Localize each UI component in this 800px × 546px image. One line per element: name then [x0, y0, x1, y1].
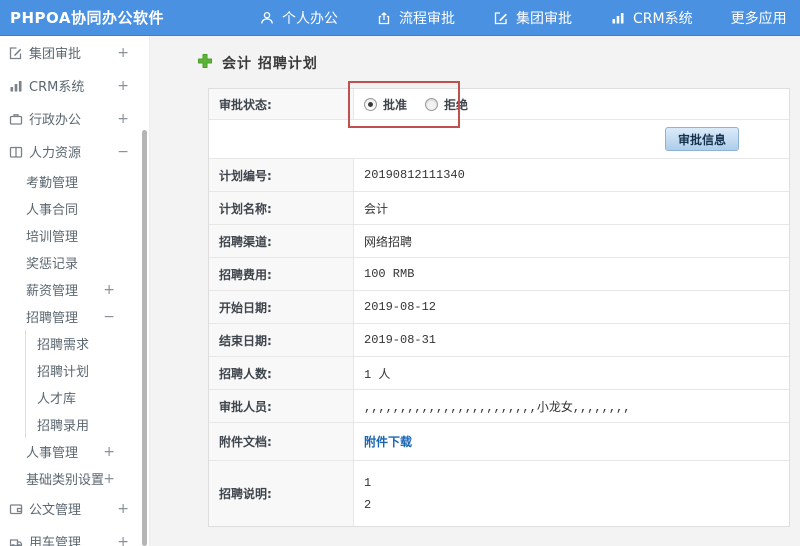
form-row-recruit-cost: 招聘费用: 100 RMB [209, 257, 789, 290]
sidebar-item-recruit-plan[interactable]: 招聘计划 [26, 357, 149, 384]
nav-crm-system[interactable]: CRM系统 [610, 8, 693, 28]
plan-number-value: 20190812111340 [364, 168, 465, 182]
form-row-plan-number: 计划编号: 20190812111340 [209, 158, 789, 191]
expand-icon[interactable]: + [117, 501, 129, 517]
document-icon [8, 501, 24, 517]
form-row-recruit-channel: 招聘渠道: 网络招聘 [209, 224, 789, 257]
headcount-value: 1 人 [364, 367, 391, 382]
expand-icon[interactable]: + [117, 534, 129, 546]
form-row-plan-name: 计划名称: 会计 [209, 191, 789, 224]
radio-option-reject: 拒绝 [425, 96, 468, 113]
sidebar-item-talent-pool[interactable]: 人才库 [26, 384, 149, 411]
form-row-description: 招聘说明: 1 2 [209, 460, 789, 526]
expand-icon[interactable]: + [103, 282, 115, 298]
edit-square-icon [8, 45, 24, 61]
approval-info-button[interactable]: 审批信息 [664, 127, 739, 151]
expand-icon[interactable]: + [117, 78, 129, 94]
form-row-start-date: 开始日期: 2019-08-12 [209, 290, 789, 323]
sidebar-item-recruit-mgmt[interactable]: 招聘管理 − [0, 303, 149, 330]
sidebar-item-attendance-mgmt[interactable]: 考勤管理 [0, 168, 149, 195]
end-date-value: 2019-08-31 [364, 333, 437, 347]
sidebar-item-admin-office[interactable]: 行政办公 + [0, 102, 149, 135]
sidebar-item-reward-records[interactable]: 奖惩记录 [0, 249, 149, 276]
nav-process-approval[interactable]: 流程审批 [376, 8, 455, 28]
book-icon [8, 144, 24, 160]
description-line: 1 [364, 475, 372, 490]
sidebar-item-hr-contract[interactable]: 人事合同 [0, 195, 149, 222]
nav-group-approval[interactable]: 集团审批 [493, 8, 572, 28]
description-line: 2 [364, 497, 372, 512]
bar-chart-icon [8, 78, 24, 94]
expand-icon[interactable]: + [103, 444, 115, 460]
form-row-end-date: 结束日期: 2019-08-31 [209, 323, 789, 356]
reject-radio[interactable] [425, 97, 439, 111]
sidebar-scrollbar[interactable] [142, 130, 147, 546]
status-radio-group: 批准 拒绝 [364, 96, 468, 113]
add-plus-icon [196, 52, 214, 74]
sidebar-item-document-mgmt[interactable]: 公文管理 + [0, 492, 149, 525]
nav-personal-office[interactable]: 个人办公 [259, 8, 338, 28]
form-row-attachment: 附件文档: 附件下载 [209, 422, 789, 460]
radio-option-approve: 批准 [364, 96, 407, 113]
expand-icon[interactable]: + [103, 471, 115, 487]
sidebar: 集团审批 + CRM系统 + 行政办公 + 人力资源 − 考勤管理 人事合同 培… [0, 36, 150, 546]
attachment-download-link[interactable]: 附件下载 [364, 433, 412, 450]
sidebar-item-vehicle-mgmt[interactable]: 用车管理 + [0, 525, 149, 546]
recruit-plan-form: 审批状态: 批准 拒绝 审批信息 计划编号: 20190812111340 计划… [208, 88, 790, 527]
form-row-approve-button: 审批信息 [209, 119, 789, 158]
sidebar-item-personnel-mgmt[interactable]: 人事管理 + [0, 438, 149, 465]
car-icon [8, 534, 24, 546]
app-window: PHPOA协同办公软件 个人办公 流程审批 集团审批 CRM系统 更多应用 集团… [0, 0, 800, 546]
collapse-icon[interactable]: − [117, 144, 129, 160]
user-icon [259, 10, 275, 26]
recruit-submenu: 招聘需求 招聘计划 人才库 招聘录用 [25, 330, 149, 438]
sidebar-item-salary-mgmt[interactable]: 薪资管理 + [0, 276, 149, 303]
expand-icon[interactable]: + [117, 45, 129, 61]
plan-name-value: 会计 [364, 202, 389, 217]
sidebar-item-crm-system[interactable]: CRM系统 + [0, 69, 149, 102]
sidebar-item-human-resources[interactable]: 人力资源 − [0, 135, 149, 168]
sidebar-item-base-category-settings[interactable]: 基础类别设置 + [0, 465, 149, 492]
form-row-status: 审批状态: 批准 拒绝 [209, 89, 789, 119]
sidebar-item-recruit-demand[interactable]: 招聘需求 [26, 330, 149, 357]
nav-more-apps[interactable]: 更多应用 [731, 8, 787, 28]
top-navigation: 个人办公 流程审批 集团审批 CRM系统 更多应用 [240, 8, 800, 28]
bar-chart-icon [610, 10, 626, 26]
recruit-cost-value: 100 RMB [364, 267, 415, 281]
sidebar-item-recruit-hire[interactable]: 招聘录用 [26, 411, 149, 438]
approve-radio[interactable] [364, 97, 377, 111]
collapse-icon[interactable]: − [103, 309, 115, 325]
sidebar-item-training-mgmt[interactable]: 培训管理 [0, 222, 149, 249]
approvers-value: ,,,,,,,,,,,,,,,,,,,,,,,,小龙女,,,,,,,, [364, 400, 631, 415]
edit-icon [493, 10, 509, 26]
expand-icon[interactable]: + [117, 111, 129, 127]
start-date-value: 2019-08-12 [364, 300, 437, 314]
form-row-headcount: 招聘人数: 1 人 [209, 356, 789, 389]
main-content: 会计 招聘计划 审批状态: 批准 拒绝 审批信息 计划编号: 201908121… [150, 36, 800, 546]
form-row-approvers: 审批人员: ,,,,,,,,,,,,,,,,,,,,,,,,小龙女,,,,,,,… [209, 389, 789, 422]
sidebar-item-group-approval[interactable]: 集团审批 + [0, 36, 149, 69]
recruit-channel-value: 网络招聘 [364, 235, 413, 250]
page-title: 会计 招聘计划 [196, 52, 318, 74]
brand-logo: PHPOA协同办公软件 [10, 9, 164, 27]
process-icon [376, 10, 392, 26]
briefcase-icon [8, 111, 24, 127]
topbar: PHPOA协同办公软件 个人办公 流程审批 集团审批 CRM系统 更多应用 [0, 0, 800, 36]
